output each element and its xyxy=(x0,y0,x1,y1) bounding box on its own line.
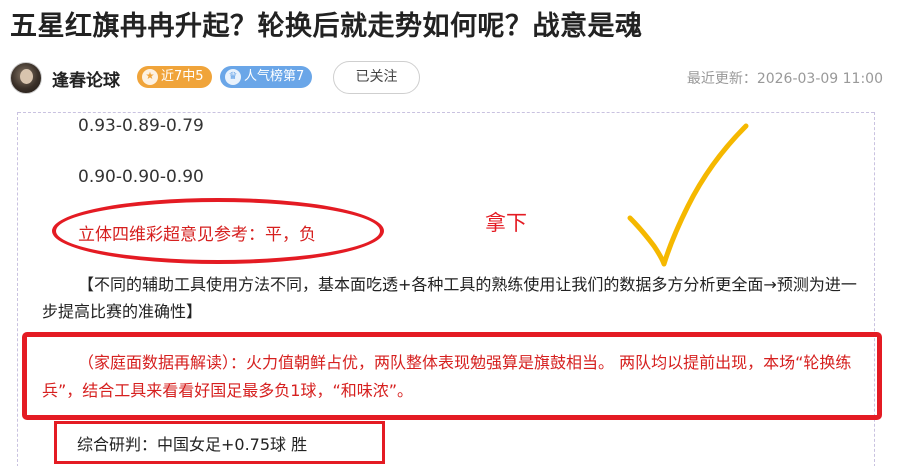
follow-button[interactable]: 已关注 xyxy=(333,61,420,94)
reference-text: 立体四维彩超意见参考：平，负 xyxy=(78,225,316,245)
article-title: 五星红旗冉冉升起？轮换后就走势如何呢？战意是魂 xyxy=(10,11,643,42)
tools-paragraph: 【不同的辅助工具使用方法不同，基本面吃透+各种工具的熟练使用让我们的数据多方分析… xyxy=(42,271,862,325)
verdict-text: 综合研判：中国女足+0.75球 胜 xyxy=(77,435,308,454)
streak-badge: ★ 近7中5 xyxy=(137,66,212,88)
star-icon: ★ xyxy=(142,69,158,85)
analysis-text: （家庭面数据再解读）：火力值朝鲜占优，两队整体表现勉强算是旗鼓相当。 两队均以提… xyxy=(42,353,852,400)
handwritten-note: 拿下 xyxy=(485,211,527,235)
odds-line-2: 0.90-0.90-0.90 xyxy=(78,167,204,187)
author-name[interactable]: 逢春论球 xyxy=(52,66,120,91)
rank-badge: ♛ 人气榜第7 xyxy=(220,66,313,88)
author-bar: 逢春论球 ★ 近7中5 ♛ 人气榜第7 已关注 最近更新：2026-03-09 … xyxy=(0,58,901,98)
crown-icon: ♛ xyxy=(225,69,241,85)
update-time: 最近更新：2026-03-09 11:00 xyxy=(686,71,883,87)
author-avatar[interactable] xyxy=(10,62,42,94)
rank-badge-label: 人气榜第7 xyxy=(244,69,305,84)
odds-line-1: 0.93-0.89-0.79 xyxy=(78,116,204,136)
checkmark-icon xyxy=(627,123,749,267)
streak-badge-label: 近7中5 xyxy=(161,69,204,84)
tools-paragraph-text: 【不同的辅助工具使用方法不同，基本面吃透+各种工具的熟练使用让我们的数据多方分析… xyxy=(42,275,857,321)
analysis-paragraph: （家庭面数据再解读）：火力值朝鲜占优，两队整体表现勉强算是旗鼓相当。 两队均以提… xyxy=(42,349,857,405)
